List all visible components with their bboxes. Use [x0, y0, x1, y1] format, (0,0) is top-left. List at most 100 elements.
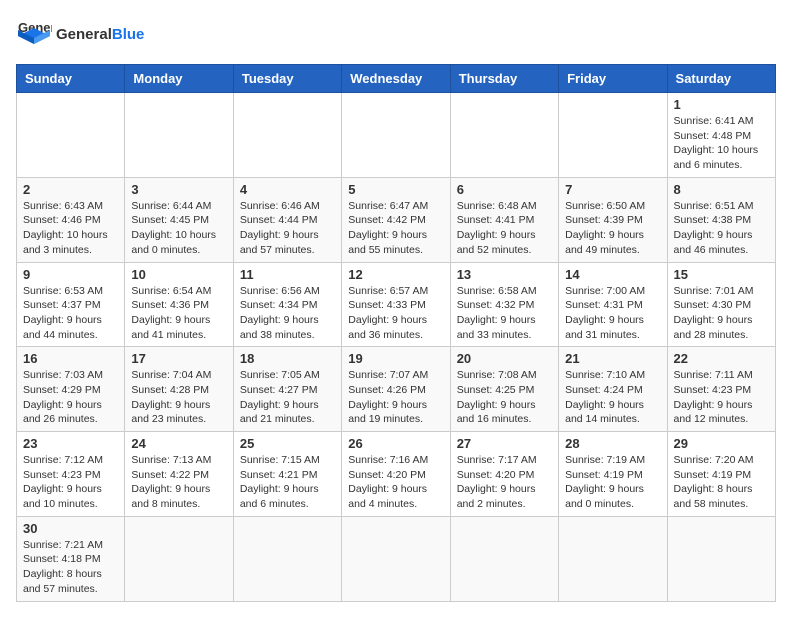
calendar-cell: 24Sunrise: 7:13 AM Sunset: 4:22 PM Dayli… — [125, 432, 233, 517]
calendar-cell: 27 Sunrise: 7:17 AM Sunset: 4:20 PM Dayli… — [450, 432, 558, 517]
day-info: Sunrise: 7:19 AM Sunset: 4:19 PM Dayligh… — [565, 453, 660, 512]
day-info: Sunrise: 6:46 AM Sunset: 4:44 PM Dayligh… — [240, 199, 335, 258]
day-info: Sunrise: 7:12 AM Sunset: 4:23 PM Dayligh… — [23, 453, 118, 512]
day-info: Sunrise: 7:00 AM Sunset: 4:31 PM Dayligh… — [565, 284, 660, 343]
calendar-cell: 30Sunrise: 7:21 AM Sunset: 4:18 PM Dayli… — [17, 516, 125, 601]
calendar-week-6: 30Sunrise: 7:21 AM Sunset: 4:18 PM Dayli… — [17, 516, 776, 601]
calendar-cell: 8Sunrise: 6:51 AM Sunset: 4:38 PM Daylig… — [667, 177, 775, 262]
calendar-week-5: 23 Sunrise: 7:12 AM Sunset: 4:23 PM Dayli… — [17, 432, 776, 517]
day-number: 5 — [348, 182, 443, 197]
calendar-cell: 23 Sunrise: 7:12 AM Sunset: 4:23 PM Dayli… — [17, 432, 125, 517]
calendar-header-friday: Friday — [559, 65, 667, 93]
calendar-cell: 1 Sunrise: 6:41 AM Sunset: 4:48 PM Daylig… — [667, 93, 775, 178]
day-number: 26 — [348, 436, 443, 451]
calendar-cell: 13 Sunrise: 6:58 AM Sunset: 4:32 PM Dayli… — [450, 262, 558, 347]
calendar-cell — [450, 93, 558, 178]
calendar-cell — [342, 93, 450, 178]
day-number: 30 — [23, 521, 118, 536]
calendar-cell: 14 Sunrise: 7:00 AM Sunset: 4:31 PM Dayli… — [559, 262, 667, 347]
day-info: Sunrise: 7:03 AM Sunset: 4:29 PM Dayligh… — [23, 368, 118, 427]
day-number: 27 — [457, 436, 552, 451]
day-number: 4 — [240, 182, 335, 197]
day-info: Sunrise: 7:20 AM Sunset: 4:19 PM Dayligh… — [674, 453, 769, 512]
day-number: 22 — [674, 351, 769, 366]
day-info: Sunrise: 7:08 AM Sunset: 4:25 PM Dayligh… — [457, 368, 552, 427]
day-number: 14 — [565, 267, 660, 282]
calendar-cell: 18 Sunrise: 7:05 AM Sunset: 4:27 PM Dayli… — [233, 347, 341, 432]
day-info: Sunrise: 7:04 AM Sunset: 4:28 PM Dayligh… — [131, 368, 226, 427]
day-number: 13 — [457, 267, 552, 282]
calendar-week-3: 9Sunrise: 6:53 AM Sunset: 4:37 PM Daylig… — [17, 262, 776, 347]
day-info: Sunrise: 7:05 AM Sunset: 4:27 PM Dayligh… — [240, 368, 335, 427]
calendar-header-saturday: Saturday — [667, 65, 775, 93]
calendar: SundayMondayTuesdayWednesdayThursdayFrid… — [16, 64, 776, 602]
calendar-cell: 11Sunrise: 6:56 AM Sunset: 4:34 PM Dayli… — [233, 262, 341, 347]
calendar-cell — [233, 516, 341, 601]
day-number: 15 — [674, 267, 769, 282]
calendar-header-monday: Monday — [125, 65, 233, 93]
day-number: 20 — [457, 351, 552, 366]
header: General GeneralBlue — [16, 16, 776, 52]
calendar-cell: 19Sunrise: 7:07 AM Sunset: 4:26 PM Dayli… — [342, 347, 450, 432]
calendar-cell: 10 Sunrise: 6:54 AM Sunset: 4:36 PM Dayli… — [125, 262, 233, 347]
day-info: Sunrise: 6:57 AM Sunset: 4:33 PM Dayligh… — [348, 284, 443, 343]
day-info: Sunrise: 6:48 AM Sunset: 4:41 PM Dayligh… — [457, 199, 552, 258]
calendar-cell: 21 Sunrise: 7:10 AM Sunset: 4:24 PM Dayli… — [559, 347, 667, 432]
day-info: Sunrise: 6:58 AM Sunset: 4:32 PM Dayligh… — [457, 284, 552, 343]
calendar-cell: 22 Sunrise: 7:11 AM Sunset: 4:23 PM Dayli… — [667, 347, 775, 432]
day-number: 21 — [565, 351, 660, 366]
calendar-header-thursday: Thursday — [450, 65, 558, 93]
calendar-cell: 29Sunrise: 7:20 AM Sunset: 4:19 PM Dayli… — [667, 432, 775, 517]
calendar-cell: 4 Sunrise: 6:46 AM Sunset: 4:44 PM Daylig… — [233, 177, 341, 262]
calendar-week-1: 1 Sunrise: 6:41 AM Sunset: 4:48 PM Daylig… — [17, 93, 776, 178]
day-number: 12 — [348, 267, 443, 282]
day-number: 18 — [240, 351, 335, 366]
day-info: Sunrise: 7:16 AM Sunset: 4:20 PM Dayligh… — [348, 453, 443, 512]
day-number: 2 — [23, 182, 118, 197]
logo: General GeneralBlue — [16, 16, 144, 52]
calendar-cell — [233, 93, 341, 178]
day-number: 23 — [23, 436, 118, 451]
day-info: Sunrise: 6:50 AM Sunset: 4:39 PM Dayligh… — [565, 199, 660, 258]
day-number: 16 — [23, 351, 118, 366]
calendar-cell — [450, 516, 558, 601]
calendar-cell: 12 Sunrise: 6:57 AM Sunset: 4:33 PM Dayli… — [342, 262, 450, 347]
day-number: 11 — [240, 267, 335, 282]
day-number: 9 — [23, 267, 118, 282]
calendar-cell: 2 Sunrise: 6:43 AM Sunset: 4:46 PM Daylig… — [17, 177, 125, 262]
day-info: Sunrise: 7:13 AM Sunset: 4:22 PM Dayligh… — [131, 453, 226, 512]
calendar-cell: 3Sunrise: 6:44 AM Sunset: 4:45 PM Daylig… — [125, 177, 233, 262]
day-info: Sunrise: 7:01 AM Sunset: 4:30 PM Dayligh… — [674, 284, 769, 343]
calendar-cell: 28Sunrise: 7:19 AM Sunset: 4:19 PM Dayli… — [559, 432, 667, 517]
calendar-cell — [125, 516, 233, 601]
day-info: Sunrise: 7:10 AM Sunset: 4:24 PM Dayligh… — [565, 368, 660, 427]
calendar-cell: 26 Sunrise: 7:16 AM Sunset: 4:20 PM Dayli… — [342, 432, 450, 517]
calendar-cell — [667, 516, 775, 601]
calendar-cell: 20 Sunrise: 7:08 AM Sunset: 4:25 PM Dayli… — [450, 347, 558, 432]
calendar-cell: 7Sunrise: 6:50 AM Sunset: 4:39 PM Daylig… — [559, 177, 667, 262]
calendar-week-4: 16 Sunrise: 7:03 AM Sunset: 4:29 PM Dayli… — [17, 347, 776, 432]
day-info: Sunrise: 6:43 AM Sunset: 4:46 PM Dayligh… — [23, 199, 118, 258]
day-info: Sunrise: 7:11 AM Sunset: 4:23 PM Dayligh… — [674, 368, 769, 427]
calendar-cell: 5 Sunrise: 6:47 AM Sunset: 4:42 PM Daylig… — [342, 177, 450, 262]
day-number: 10 — [131, 267, 226, 282]
day-number: 17 — [131, 351, 226, 366]
calendar-cell — [125, 93, 233, 178]
calendar-header-wednesday: Wednesday — [342, 65, 450, 93]
day-info: Sunrise: 6:51 AM Sunset: 4:38 PM Dayligh… — [674, 199, 769, 258]
day-number: 1 — [674, 97, 769, 112]
calendar-cell: 15 Sunrise: 7:01 AM Sunset: 4:30 PM Dayli… — [667, 262, 775, 347]
day-info: Sunrise: 6:41 AM Sunset: 4:48 PM Dayligh… — [674, 114, 769, 173]
day-info: Sunrise: 7:17 AM Sunset: 4:20 PM Dayligh… — [457, 453, 552, 512]
day-number: 6 — [457, 182, 552, 197]
day-info: Sunrise: 6:54 AM Sunset: 4:36 PM Dayligh… — [131, 284, 226, 343]
calendar-cell — [559, 516, 667, 601]
logo-text: GeneralBlue — [56, 26, 144, 43]
calendar-header-row: SundayMondayTuesdayWednesdayThursdayFrid… — [17, 65, 776, 93]
day-info: Sunrise: 6:47 AM Sunset: 4:42 PM Dayligh… — [348, 199, 443, 258]
calendar-cell: 16 Sunrise: 7:03 AM Sunset: 4:29 PM Dayli… — [17, 347, 125, 432]
day-info: Sunrise: 6:44 AM Sunset: 4:45 PM Dayligh… — [131, 199, 226, 258]
logo-icon: General — [16, 16, 52, 52]
calendar-cell: 17 Sunrise: 7:04 AM Sunset: 4:28 PM Dayli… — [125, 347, 233, 432]
calendar-cell — [559, 93, 667, 178]
